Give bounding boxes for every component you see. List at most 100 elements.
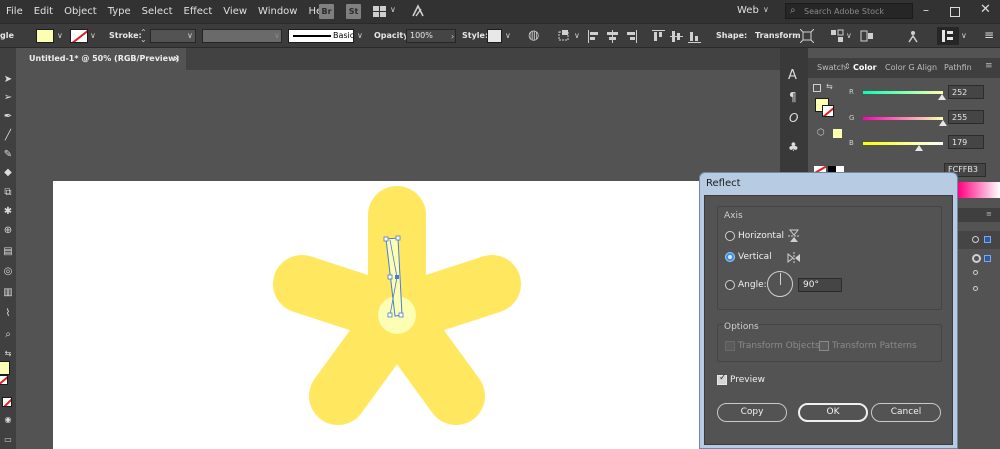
menu-select[interactable]: Select xyxy=(142,0,173,23)
align-to-chevron-icon[interactable]: ∨ xyxy=(574,31,580,40)
stroke-weight-stepper[interactable]: ⌃ ⌄ xyxy=(140,29,147,44)
control-panel-menu-icon[interactable]: ≡ xyxy=(984,28,994,42)
shape-label[interactable]: Shape: xyxy=(716,31,747,40)
zoom-tool-icon[interactable]: ⌕ xyxy=(2,329,14,341)
panel-menu-icon[interactable]: ≡ xyxy=(985,61,993,71)
document-tab[interactable]: Untitled-1* @ 50% (RGB/Preview) × xyxy=(22,48,186,70)
eyedropper-tool-icon[interactable]: ⌇ xyxy=(2,308,14,320)
green-value-input[interactable]: 255 xyxy=(948,110,984,124)
menu-file[interactable]: File xyxy=(6,0,23,23)
arrange-documents-icon[interactable] xyxy=(373,6,386,17)
direct-selection-tool-icon[interactable]: ➢ xyxy=(2,92,14,104)
opacity-arrow-icon[interactable]: › xyxy=(451,32,454,41)
isolate-object-icon[interactable] xyxy=(799,28,815,44)
ok-button[interactable]: OK xyxy=(798,403,868,422)
angle-input[interactable]: 90° xyxy=(798,278,842,292)
cancel-button[interactable]: Cancel xyxy=(871,403,941,422)
flower-artwork[interactable] xyxy=(260,185,535,430)
menu-type[interactable]: Type xyxy=(108,0,131,23)
red-slider[interactable] xyxy=(863,91,943,94)
arrange-panel-chevron-icon[interactable]: ∨ xyxy=(961,31,967,40)
tab-pathfinder[interactable]: Pathfin xyxy=(944,63,972,72)
layer-selection-indicator[interactable] xyxy=(984,236,991,243)
minimize-icon[interactable]: – xyxy=(923,3,929,17)
opentype-panel-icon[interactable]: O xyxy=(789,111,798,125)
vertical-label[interactable]: Vertical xyxy=(738,252,772,262)
edit-contents-icon[interactable] xyxy=(860,29,874,43)
panel-stroke-swatch[interactable] xyxy=(822,105,834,117)
swap-colors-icon[interactable]: ⇆ xyxy=(2,348,14,360)
swap-fill-stroke-icon[interactable]: ⇆ xyxy=(826,82,833,91)
arrange-chevron-icon[interactable]: ∨ xyxy=(390,5,396,14)
transform-link[interactable]: Transform xyxy=(755,31,801,40)
transform-patterns-checkbox[interactable] xyxy=(819,341,829,351)
profile-chevron-icon[interactable]: ∨ xyxy=(274,31,280,40)
fill-swatch[interactable] xyxy=(36,29,54,43)
close-window-icon[interactable]: ✕ xyxy=(980,2,991,17)
stock-search-field[interactable]: ⌕ Search Adobe Stock xyxy=(785,3,913,19)
menu-edit[interactable]: Edit xyxy=(34,0,53,23)
stroke-weight-chevron-icon[interactable]: ∨ xyxy=(187,31,193,40)
selection-tool-icon[interactable]: ➤ xyxy=(2,74,14,86)
opacity-input[interactable]: 100% xyxy=(406,29,456,43)
screen-mode-icon[interactable]: ▭ xyxy=(2,434,14,446)
menu-effect[interactable]: Effect xyxy=(184,0,213,23)
toolbar-fill-swatch[interactable] xyxy=(0,361,10,375)
blue-slider-thumb[interactable] xyxy=(915,145,924,151)
transform-objects-label[interactable]: Transform Objects xyxy=(738,341,820,351)
vertical-radio[interactable] xyxy=(725,252,735,262)
bridge-button[interactable]: Br xyxy=(319,4,334,19)
red-slider-thumb[interactable] xyxy=(938,94,947,100)
layer-target-icon[interactable] xyxy=(972,236,979,243)
transform-patterns-label[interactable]: Transform Patterns xyxy=(832,341,917,351)
align-right-icon[interactable] xyxy=(624,30,637,43)
out-of-gamut-icon[interactable]: ⬡ xyxy=(817,128,825,138)
pen-tool-icon[interactable]: ✒ xyxy=(2,111,14,123)
tab-color-guide[interactable]: Color G xyxy=(885,63,915,72)
toolbar-stroke-swatch[interactable] xyxy=(0,375,8,385)
horizontal-radio[interactable] xyxy=(725,231,735,241)
align-to-icon[interactable] xyxy=(558,30,572,42)
menu-object[interactable]: Object xyxy=(64,0,97,23)
horizontal-label[interactable]: Horizontal xyxy=(738,231,784,241)
shape-builder-tool-icon[interactable]: ⊕ xyxy=(2,225,14,237)
variable-width-profile[interactable] xyxy=(202,29,282,43)
brush-definition[interactable]: Basic xyxy=(288,29,354,43)
none-swatch[interactable] xyxy=(2,397,12,407)
align-top-icon[interactable] xyxy=(652,30,665,43)
arrange-panel-button[interactable] xyxy=(937,27,959,45)
blue-slider[interactable] xyxy=(863,142,943,145)
gamut-swatch[interactable] xyxy=(833,129,842,138)
paintbrush-tool-icon[interactable]: ✎ xyxy=(2,149,14,161)
blue-value-input[interactable]: 179 xyxy=(948,135,984,149)
symbols-panel-icon[interactable]: ♣ xyxy=(788,140,799,154)
preview-checkbox[interactable] xyxy=(717,373,727,385)
layers-panel-menu-icon[interactable]: ≡ xyxy=(986,210,992,218)
stroke-swatch[interactable] xyxy=(70,29,88,43)
style-chevron-icon[interactable]: ∨ xyxy=(505,31,511,40)
line-tool-icon[interactable]: ╱ xyxy=(2,130,14,142)
maximize-icon[interactable] xyxy=(950,7,960,17)
align-left-icon[interactable] xyxy=(588,30,601,43)
transform-objects-checkbox[interactable] xyxy=(725,341,735,351)
red-value-input[interactable]: 252 xyxy=(948,85,984,99)
puppet-warp-icon[interactable] xyxy=(906,29,920,43)
copy-button[interactable]: Copy xyxy=(717,403,787,422)
color-spectrum[interactable] xyxy=(958,182,1000,198)
fill-chevron-icon[interactable]: ∨ xyxy=(57,31,63,40)
gradient-tool-icon[interactable]: ▤ xyxy=(2,246,14,258)
tab-color[interactable]: Color xyxy=(853,63,877,72)
graphic-style-swatch[interactable] xyxy=(487,29,502,43)
menu-view[interactable]: View xyxy=(223,0,247,23)
align-vcenter-icon[interactable] xyxy=(670,30,683,43)
green-slider-thumb[interactable] xyxy=(939,120,947,126)
layer-2-target-icon[interactable] xyxy=(972,254,981,263)
gpu-performance-icon[interactable] xyxy=(410,3,426,19)
align-bottom-icon[interactable] xyxy=(688,30,701,43)
tab-swatches[interactable]: Swatch xyxy=(817,63,846,72)
layer-row-1[interactable] xyxy=(958,231,1000,249)
select-similar-chevron-icon[interactable]: ∨ xyxy=(846,31,852,40)
character-panel-icon[interactable]: A xyxy=(788,68,797,83)
angle-label[interactable]: Angle: xyxy=(738,280,767,290)
recolor-artwork-icon[interactable]: ◍ xyxy=(528,28,539,43)
